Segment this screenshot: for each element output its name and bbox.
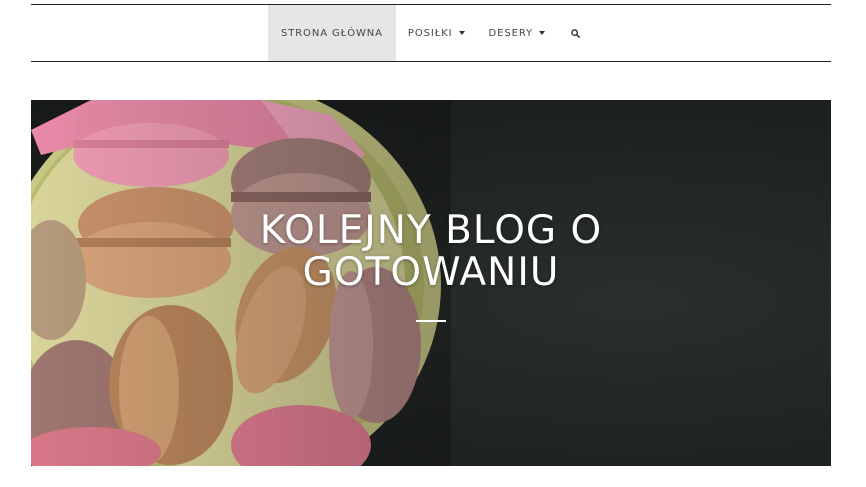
nav-item-desserts[interactable]: DESERY bbox=[477, 5, 558, 61]
caret-down-icon bbox=[539, 31, 546, 35]
hero-title: KOLEJNY BLOG O GOTOWANIU bbox=[259, 208, 603, 295]
main-navigation: STRONA GŁÓWNA POSIŁKI DESERY bbox=[31, 4, 831, 62]
nav-item-home[interactable]: STRONA GŁÓWNA bbox=[267, 5, 396, 61]
caret-down-icon bbox=[458, 31, 465, 35]
nav-item-desserts-label: DESERY bbox=[488, 27, 534, 39]
nav-item-meals[interactable]: POSIŁKI bbox=[396, 5, 477, 61]
hero-banner: KOLEJNY BLOG O GOTOWANIU bbox=[31, 100, 831, 466]
hero-divider bbox=[416, 320, 446, 322]
nav-item-meals-label: POSIŁKI bbox=[407, 27, 453, 39]
search-icon bbox=[571, 28, 580, 38]
nav-item-home-label: STRONA GŁÓWNA bbox=[280, 27, 383, 39]
search-button[interactable] bbox=[557, 5, 594, 61]
